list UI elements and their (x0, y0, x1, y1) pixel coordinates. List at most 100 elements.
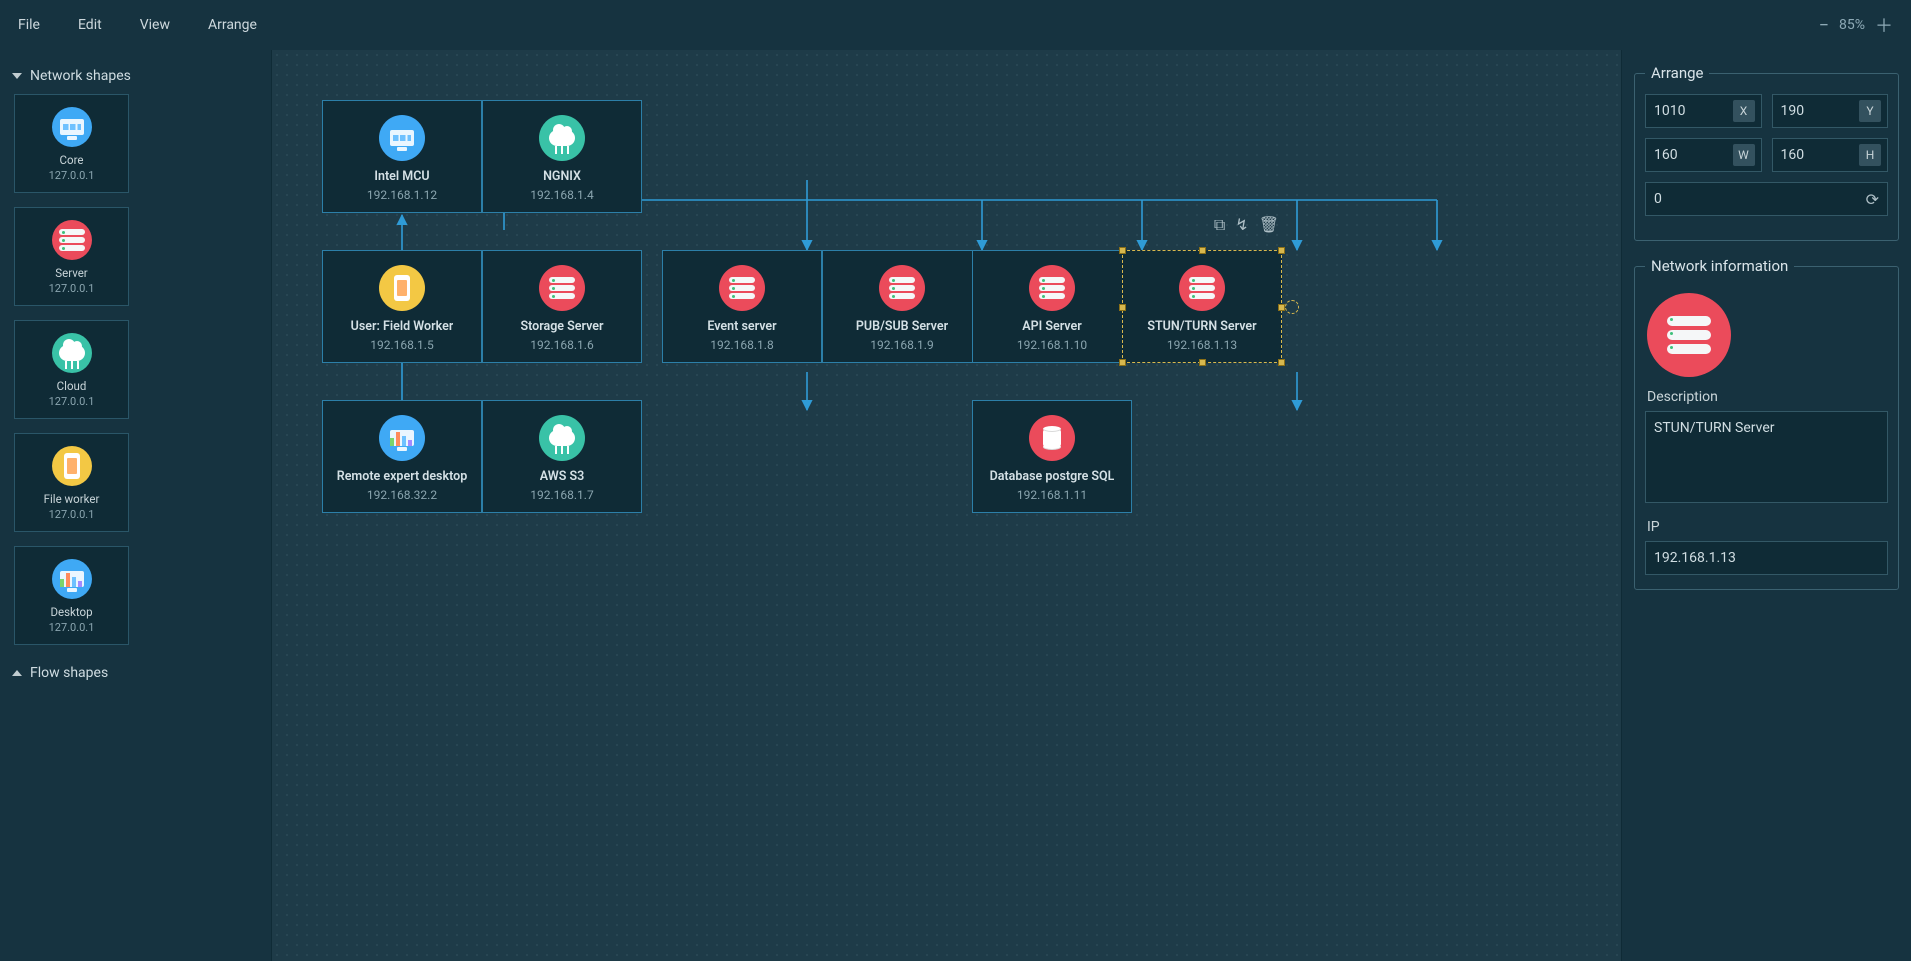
node-label: Remote expert desktop (337, 469, 468, 484)
unit-w: W (1733, 144, 1755, 166)
node-label: User: Field Worker (351, 319, 454, 334)
node-label: Storage Server (520, 319, 603, 334)
database-icon (1029, 415, 1075, 461)
resize-handle[interactable] (1278, 247, 1285, 254)
palette-label: Cloud (57, 379, 87, 393)
rotate-icon[interactable]: ⟳ (1866, 190, 1879, 209)
input-rotation[interactable] (1646, 191, 1866, 207)
palette-file-worker[interactable]: File worker 127.0.0.1 (14, 433, 129, 532)
input-h-wrap: H (1772, 138, 1889, 172)
phone-icon (52, 446, 92, 486)
monitor-icon (52, 107, 92, 147)
canvas-inner: Intel MCU 192.168.1.12 NGNIX 192.168.1.4… (272, 50, 1621, 961)
phone-icon (379, 265, 425, 311)
palette-ip: 127.0.0.1 (49, 621, 95, 634)
trash-icon[interactable]: 🗑 (1259, 215, 1279, 235)
copy-icon[interactable]: ⧉ (1214, 215, 1225, 235)
resize-handle[interactable] (1199, 359, 1206, 366)
input-y-wrap: Y (1772, 94, 1889, 128)
unit-h: H (1859, 144, 1881, 166)
node-ip: 192.168.1.10 (1017, 338, 1087, 352)
resize-handle[interactable] (1278, 359, 1285, 366)
input-h[interactable] (1773, 147, 1860, 163)
node-ip: 192.168.1.9 (870, 338, 933, 352)
rotate-handle[interactable] (1285, 300, 1299, 314)
server-icon (879, 265, 925, 311)
palette-label: File worker (44, 492, 100, 506)
app-root: File Edit View Arrange − 85% ＋ Network s… (0, 0, 1911, 961)
zoom-out-button[interactable]: − (1819, 15, 1829, 36)
palette-server[interactable]: Server 127.0.0.1 (14, 207, 129, 306)
connect-icon[interactable]: ↯ (1235, 215, 1248, 235)
node-pubsub-server[interactable]: PUB/SUB Server 192.168.1.9 (822, 250, 982, 363)
node-ip: 192.168.1.6 (530, 338, 593, 352)
node-label: PUB/SUB Server (856, 319, 948, 334)
node-ip: 192.168.1.7 (530, 488, 593, 502)
canvas[interactable]: Intel MCU 192.168.1.12 NGNIX 192.168.1.4… (272, 50, 1621, 961)
node-nginx[interactable]: NGNIX 192.168.1.4 (482, 100, 642, 213)
node-user-field-worker[interactable]: User: Field Worker 192.168.1.5 (322, 250, 482, 363)
server-icon (539, 265, 585, 311)
menubar: File Edit View Arrange − 85% ＋ (0, 0, 1911, 50)
palette-cloud[interactable]: Cloud 127.0.0.1 (14, 320, 129, 419)
palette-label: Server (55, 266, 87, 280)
palette-core[interactable]: Core 127.0.0.1 (14, 94, 129, 193)
node-ip: 192.168.1.13 (1167, 338, 1237, 352)
menu-view[interactable]: View (140, 17, 170, 33)
input-ip[interactable] (1645, 541, 1888, 575)
panel-legend: Network information (1645, 257, 1794, 275)
node-label: Intel MCU (374, 169, 429, 184)
section-network-shapes[interactable]: Network shapes (10, 62, 261, 94)
resize-handle[interactable] (1278, 304, 1285, 311)
unit-y: Y (1859, 100, 1881, 122)
zoom-in-button[interactable]: ＋ (1875, 12, 1893, 38)
node-label: Database postgre SQL (990, 469, 1115, 484)
palette-desktop[interactable]: Desktop 127.0.0.1 (14, 546, 129, 645)
menu-arrange[interactable]: Arrange (208, 17, 257, 33)
node-intel-mcu[interactable]: Intel MCU 192.168.1.12 (322, 100, 482, 213)
node-event-server[interactable]: Event server 192.168.1.8 (662, 250, 822, 363)
resize-handle[interactable] (1119, 304, 1126, 311)
panel-arrange: Arrange X Y W (1634, 64, 1899, 241)
zoom-level: 85% (1839, 17, 1865, 33)
section-flow-shapes[interactable]: Flow shapes (10, 659, 261, 691)
input-rotation-wrap: ⟳ (1645, 182, 1888, 216)
node-ip: 192.168.1.5 (370, 338, 433, 352)
resize-handle[interactable] (1199, 247, 1206, 254)
node-remote-expert-desktop[interactable]: Remote expert desktop 192.168.32.2 (322, 400, 482, 513)
input-x[interactable] (1646, 103, 1733, 119)
palette-label: Core (60, 153, 84, 167)
node-stun-turn-server[interactable]: ⧉ ↯ 🗑 STUN/TURN Server 192.168.1.13 (1122, 250, 1282, 363)
menu-file[interactable]: File (18, 17, 40, 33)
monitor-icon (379, 115, 425, 161)
input-x-wrap: X (1645, 94, 1762, 128)
node-api-server[interactable]: API Server 192.168.1.10 (972, 250, 1132, 363)
node-ip: 192.168.32.2 (367, 488, 437, 502)
cloud-icon (539, 115, 585, 161)
server-icon (52, 220, 92, 260)
desktop-icon (379, 415, 425, 461)
node-label: AWS S3 (540, 469, 585, 484)
input-description[interactable] (1645, 411, 1888, 503)
node-ip: 192.168.1.8 (710, 338, 773, 352)
chevron-up-icon (12, 670, 22, 676)
resize-handle[interactable] (1119, 247, 1126, 254)
cloud-icon (52, 333, 92, 373)
node-label: NGNIX (543, 169, 581, 184)
node-aws-s3[interactable]: AWS S3 192.168.1.7 (482, 400, 642, 513)
input-w[interactable] (1646, 147, 1733, 163)
panel-network-info: Network information Description IP (1634, 257, 1899, 590)
node-database-postgresql[interactable]: Database postgre SQL 192.168.1.11 (972, 400, 1132, 513)
panel-legend: Arrange (1645, 64, 1709, 82)
node-label: API Server (1022, 319, 1081, 334)
node-toolbar: ⧉ ↯ 🗑 (1214, 215, 1279, 235)
resize-handle[interactable] (1119, 359, 1126, 366)
palette-ip: 127.0.0.1 (49, 169, 95, 182)
node-label: Event server (707, 319, 776, 334)
label-ip: IP (1647, 519, 1888, 535)
menu-edit[interactable]: Edit (78, 17, 102, 33)
palette-ip: 127.0.0.1 (49, 395, 95, 408)
label-description: Description (1647, 389, 1888, 405)
node-storage-server[interactable]: Storage Server 192.168.1.6 (482, 250, 642, 363)
input-y[interactable] (1773, 103, 1860, 119)
